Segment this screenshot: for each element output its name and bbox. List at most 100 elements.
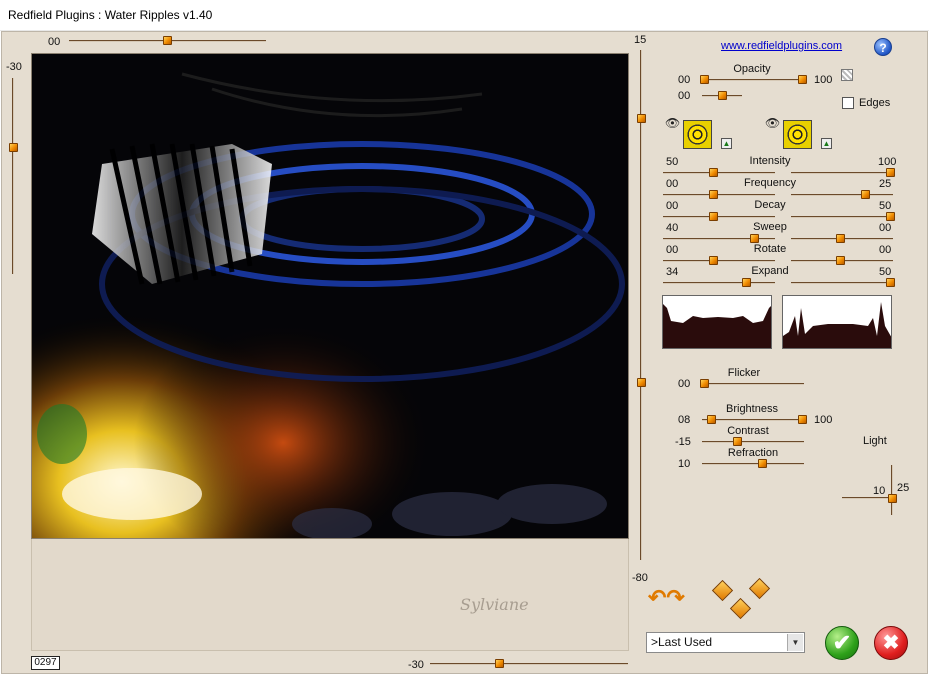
expand-label: Expand: [751, 265, 789, 277]
contrast-slider[interactable]: [702, 441, 804, 443]
rotate-slider-left-thumb[interactable]: [709, 256, 718, 265]
intensity-right-value: 100: [878, 156, 897, 168]
refraction-value: 10: [678, 458, 691, 470]
intensity-slider-left-thumb[interactable]: [709, 168, 718, 177]
left-preview-slider-thumb[interactable]: [9, 143, 18, 152]
rotate-left-value: 00: [666, 244, 679, 256]
opacity-secondary-slider-thumb[interactable]: [718, 91, 727, 100]
frequency-slider-right[interactable]: [791, 194, 893, 196]
window-title: Redfield Plugins : Water Ripples v1.40: [8, 8, 213, 22]
bottom-preview-slider[interactable]: [430, 663, 628, 665]
expand-slider-right[interactable]: [791, 282, 893, 284]
light-vertical-value: 25: [897, 482, 910, 494]
preview-image[interactable]: [31, 53, 629, 539]
expand-slider-right-thumb[interactable]: [886, 278, 895, 287]
sweep-left-value: 40: [666, 222, 679, 234]
refraction-slider[interactable]: [702, 463, 804, 465]
decay-slider-left-thumb[interactable]: [709, 212, 718, 221]
rotate-slider-left[interactable]: [663, 260, 775, 262]
refraction-label: Refraction: [727, 447, 779, 459]
transparency-icon[interactable]: [841, 69, 853, 81]
brightness-max: 100: [814, 414, 833, 426]
flicker-slider-thumb[interactable]: [700, 379, 709, 388]
right-slider-bottom: -80: [632, 572, 648, 584]
light-color-swatch-right[interactable]: [783, 120, 812, 149]
brightness-slider-thumb-right[interactable]: [798, 415, 807, 424]
dice-icon-1[interactable]: [711, 579, 734, 602]
expand-slider-left[interactable]: [663, 282, 775, 284]
light-horizontal-value: 10: [873, 485, 886, 497]
eye-icon-right[interactable]: 👁: [765, 116, 780, 130]
preset-dropdown[interactable]: >Last Used ▼: [646, 632, 805, 653]
opacity-slider-thumb-right[interactable]: [798, 75, 807, 84]
help-icon[interactable]: ?: [874, 38, 892, 56]
opacity-label: Opacity: [733, 63, 771, 75]
rotate-slider-right-thumb[interactable]: [836, 256, 845, 265]
expand-slider-left-thumb[interactable]: [742, 278, 751, 287]
cancel-button[interactable]: ✖: [874, 626, 908, 660]
right-vertical-slider[interactable]: [640, 50, 642, 560]
decay-right-value: 50: [879, 200, 892, 212]
rotate-arrows-icon[interactable]: ↶↷: [648, 585, 685, 611]
edges-label: Edges: [859, 97, 891, 109]
frequency-slider-right-thumb[interactable]: [861, 190, 870, 199]
frequency-label: Frequency: [744, 177, 796, 189]
title-bar: Redfield Plugins : Water Ripples v1.40: [0, 0, 929, 31]
edges-checkbox[interactable]: [842, 97, 854, 109]
opacity-slider[interactable]: [702, 79, 806, 81]
chevron-down-icon[interactable]: ▼: [787, 634, 803, 651]
preset-selected: >Last Used: [651, 635, 713, 649]
decay-slider-right[interactable]: [791, 216, 893, 218]
intensity-slider-right[interactable]: [791, 172, 893, 174]
wave-profile-graph-left: [662, 295, 772, 349]
brightness-slider[interactable]: [702, 419, 806, 421]
decay-label: Decay: [754, 199, 786, 211]
frame-counter: 0297: [31, 656, 60, 670]
brightness-value: 08: [678, 414, 691, 426]
triangle-icon-right[interactable]: ▲: [821, 138, 832, 149]
wave-profile-graph-right: [782, 295, 892, 349]
right-vertical-slider-thumb-2[interactable]: [637, 378, 646, 387]
light-vertical-slider[interactable]: [891, 465, 893, 515]
top-preview-slider-thumb[interactable]: [163, 36, 172, 45]
website-link[interactable]: www.redfieldplugins.com: [721, 40, 842, 52]
sweep-right-value: 00: [879, 222, 892, 234]
preview-footer-area: Sylviane: [31, 539, 629, 651]
decay-slider-left[interactable]: [663, 216, 775, 218]
opacity-slider-thumb-left[interactable]: [700, 75, 709, 84]
brightness-slider-thumb-left[interactable]: [707, 415, 716, 424]
bottom-preview-slider-thumb[interactable]: [495, 659, 504, 668]
opacity-max: 100: [814, 74, 833, 86]
intensity-slider-right-thumb[interactable]: [886, 168, 895, 177]
sweep-slider-left-thumb[interactable]: [750, 234, 759, 243]
left-preview-slider[interactable]: [12, 78, 14, 274]
intensity-label: Intensity: [749, 155, 791, 167]
frequency-slider-left-thumb[interactable]: [709, 190, 718, 199]
ok-button[interactable]: ✔: [825, 626, 859, 660]
dice-icon-3[interactable]: [729, 597, 752, 620]
frequency-slider-left[interactable]: [663, 194, 775, 196]
opacity-value-2: 00: [678, 90, 691, 102]
right-vertical-slider-thumb-1[interactable]: [637, 114, 646, 123]
decay-slider-right-thumb[interactable]: [886, 212, 895, 221]
expand-left-value: 34: [666, 266, 679, 278]
refraction-slider-thumb[interactable]: [758, 459, 767, 468]
sweep-label: Sweep: [753, 221, 787, 233]
intensity-slider-left[interactable]: [663, 172, 775, 174]
contrast-slider-thumb[interactable]: [733, 437, 742, 446]
sweep-slider-right-thumb[interactable]: [836, 234, 845, 243]
dice-icon-2[interactable]: [748, 577, 771, 600]
light-position-thumb[interactable]: [888, 494, 897, 503]
light-horizontal-slider[interactable]: [842, 497, 894, 499]
expand-right-value: 50: [879, 266, 892, 278]
contrast-label: Contrast: [727, 425, 769, 437]
rotate-right-value: 00: [879, 244, 892, 256]
triangle-icon-left[interactable]: ▲: [721, 138, 732, 149]
plugin-dialog: 00 -30 Sylviane 0297 -30 15 -80 www.redf…: [1, 31, 928, 674]
flicker-slider[interactable]: [702, 383, 804, 385]
right-slider-top: 15: [634, 34, 647, 46]
bottom-slider-value: -30: [408, 659, 424, 671]
watermark-signature: Sylviane: [460, 595, 529, 614]
eye-icon-left[interactable]: 👁: [665, 116, 680, 130]
light-color-swatch-left[interactable]: [683, 120, 712, 149]
